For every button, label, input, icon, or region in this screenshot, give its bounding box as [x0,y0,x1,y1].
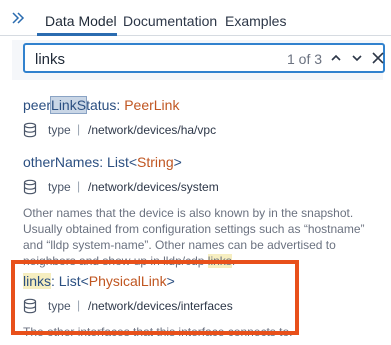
entry-title[interactable]: peerLinkStatus: PeerLink [23,96,179,114]
list-item-peer-link-status[interactable]: peerLinkStatus: PeerLink type | /network… [23,96,216,138]
entry-type-link[interactable]: PeerLink [124,97,179,113]
search-box: 1 of 3 [23,43,385,73]
entry-type-open: < [128,154,138,170]
meta-label: type [48,180,71,194]
tab-data-model[interactable]: Data Model [45,13,117,29]
match-count: 1 of 3 [287,51,323,67]
entry-name-prefix: peer [23,97,52,113]
entry-path: /network/devices/ha/vpc [88,123,217,137]
description-text: Other names that the device is also know… [23,206,365,268]
entry-path: /network/devices/system [88,180,219,194]
divider: | [77,122,81,136]
search-input[interactable] [35,49,255,69]
entry-name: otherNames [23,154,100,170]
entry-type-close: > [173,154,182,170]
entry-meta: type | /network/devices/system [23,179,373,195]
database-icon [23,179,37,195]
database-icon [23,122,37,138]
close-icon[interactable] [369,48,387,68]
tab-bar: Data Model Documentation Examples [0,0,391,36]
meta-label: type [48,123,71,137]
active-tab-indicator [37,33,117,36]
search-bar: 1 of 3 [12,40,385,80]
entry-type-outer: List [107,154,129,170]
chevron-down-icon[interactable] [349,49,365,67]
tab-examples[interactable]: Examples [225,13,286,29]
entry-colon: : [99,154,108,170]
divider: | [77,179,81,193]
double-chevron-right-icon[interactable] [9,9,27,27]
search-match-highlight: LinkS [50,96,88,114]
entry-name-suffix: tatus [86,97,117,113]
annotation-highlight-box [11,260,299,335]
entry-type-link[interactable]: String [137,154,174,170]
list-item-other-names[interactable]: otherNames: List<String> type | /network… [23,153,373,269]
chevron-up-icon[interactable] [328,49,344,67]
entry-meta: type | /network/devices/ha/vpc [23,122,216,138]
entry-title[interactable]: otherNames: List<String> [23,153,373,171]
tab-documentation[interactable]: Documentation [123,13,217,29]
